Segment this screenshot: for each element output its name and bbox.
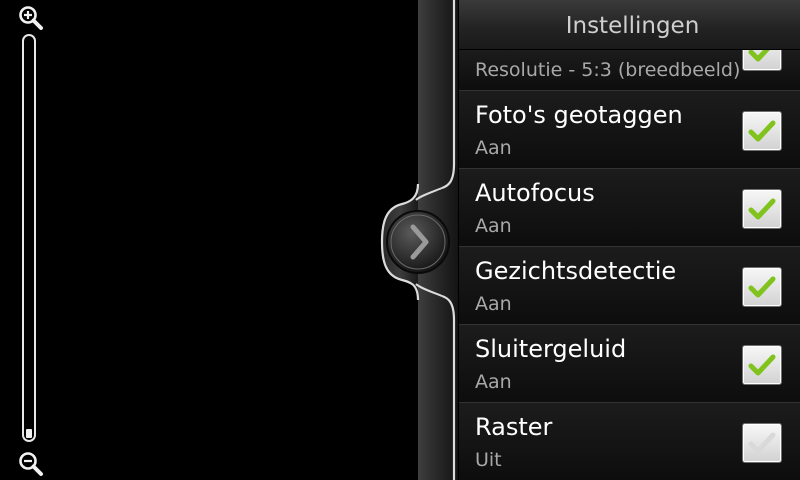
settings-title: Instellingen <box>459 0 800 50</box>
setting-value: Uit <box>475 449 502 471</box>
setting-checkbox[interactable] <box>742 267 782 307</box>
zoom-slider-thumb[interactable] <box>26 429 32 438</box>
setting-checkbox[interactable] <box>742 189 782 229</box>
setting-shutter-sound[interactable]: Sluitergeluid Aan <box>459 325 800 403</box>
checkmark-icon <box>748 120 776 142</box>
setting-title: Gezichtsdetectie <box>475 257 677 285</box>
setting-value: Resolutie - 5:3 (breedbeeld) <box>475 59 741 81</box>
setting-title: Foto's geotaggen <box>475 101 683 129</box>
zoom-in-icon[interactable] <box>18 5 44 31</box>
chevron-right-icon <box>410 224 429 260</box>
setting-face-detection[interactable]: Gezichtsdetectie Aan <box>459 247 800 325</box>
checkmark-off-icon <box>748 432 776 454</box>
settings-panel: Instellingen Resolutie - 5:3 (breedbeeld… <box>459 0 800 480</box>
setting-title: Sluitergeluid <box>475 335 627 363</box>
setting-value: Aan <box>475 215 512 237</box>
camera-screen: Instellingen Resolutie - 5:3 (breedbeeld… <box>0 0 800 480</box>
setting-checkbox[interactable] <box>742 345 782 385</box>
setting-value: Aan <box>475 137 512 159</box>
setting-value: Aan <box>475 371 512 393</box>
checkmark-icon <box>748 276 776 298</box>
zoom-out-icon[interactable] <box>18 451 44 477</box>
settings-list[interactable]: Resolutie - 5:3 (breedbeeld) Foto's geot… <box>459 50 800 480</box>
setting-geotag[interactable]: Foto's geotaggen Aan <box>459 91 800 169</box>
setting-checkbox[interactable] <box>742 50 782 71</box>
setting-autofocus[interactable]: Autofocus Aan <box>459 169 800 247</box>
checkmark-icon <box>748 354 776 376</box>
setting-title: Autofocus <box>475 179 595 207</box>
setting-grid[interactable]: Raster Uit <box>459 403 800 480</box>
checkmark-icon <box>748 198 776 220</box>
setting-resolution[interactable]: Resolutie - 5:3 (breedbeeld) <box>459 50 800 91</box>
checkmark-icon <box>748 50 770 62</box>
setting-checkbox[interactable] <box>742 111 782 151</box>
setting-title: Raster <box>475 413 553 441</box>
zoom-slider[interactable] <box>22 34 36 442</box>
drawer-toggle-button[interactable] <box>386 210 450 274</box>
setting-checkbox[interactable] <box>742 423 782 463</box>
setting-value: Aan <box>475 293 512 315</box>
